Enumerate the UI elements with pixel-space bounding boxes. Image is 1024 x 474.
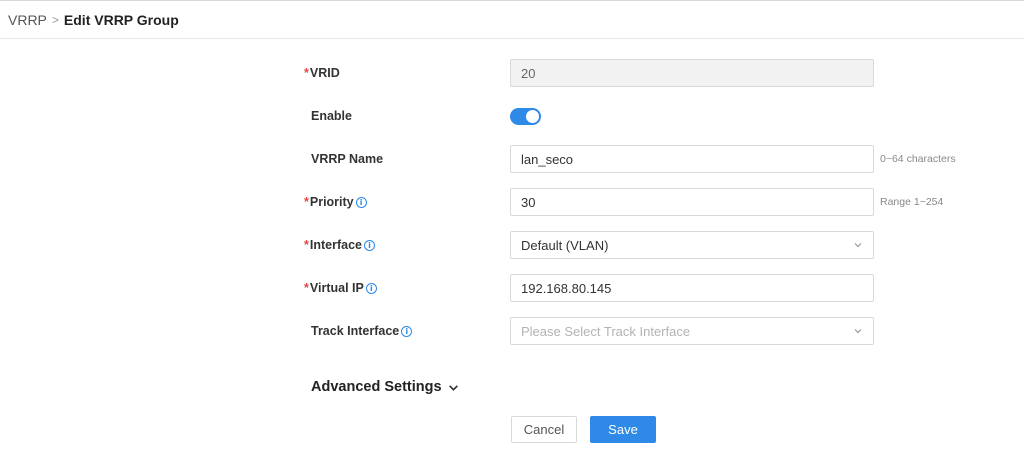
required-mark: * (304, 195, 309, 209)
breadcrumb: VRRP > Edit VRRP Group (0, 1, 1024, 39)
virtual-ip-label: * Virtual IP i (304, 274, 377, 302)
required-mark: * (304, 281, 309, 295)
page-title: Edit VRRP Group (63, 11, 179, 28)
priority-input[interactable]: 30 (510, 188, 874, 216)
priority-label-text: Priority (309, 195, 354, 209)
priority-hint: Range 1~254 (880, 196, 944, 208)
advanced-settings-toggle[interactable]: Advanced Settings (311, 376, 459, 398)
priority-label: * Priority i (304, 188, 367, 216)
vrrp-name-label: VRRP Name (311, 145, 383, 173)
info-icon[interactable]: i (363, 239, 375, 251)
priority-row: * Priority i 30 Range 1~254 (0, 188, 1024, 216)
vrid-row: * VRID 20 (0, 59, 1024, 87)
priority-value: 30 (521, 194, 536, 210)
interface-label: * Interface i (304, 231, 375, 259)
vrid-label-text: VRID (309, 66, 340, 80)
save-button[interactable]: Save (590, 416, 656, 443)
vrrp-name-hint: 0~64 characters (880, 153, 956, 165)
required-mark: * (304, 66, 309, 80)
enable-toggle[interactable] (510, 108, 541, 125)
virtual-ip-value: 192.168.80.145 (521, 280, 612, 296)
interface-row: * Interface i Default (VLAN) (0, 231, 1024, 259)
breadcrumb-vrrp-link[interactable]: VRRP (8, 12, 47, 28)
enable-label-text: Enable (311, 109, 352, 123)
info-icon[interactable]: i (401, 325, 413, 337)
toggle-knob (526, 110, 539, 123)
info-icon[interactable]: i (355, 196, 367, 208)
virtual-ip-row: * Virtual IP i 192.168.80.145 (0, 274, 1024, 302)
vrid-input: 20 (510, 59, 874, 87)
edit-vrrp-group-page: VRRP > Edit VRRP Group * VRID 20 Enable … (0, 0, 1024, 474)
track-interface-placeholder: Please Select Track Interface (521, 323, 691, 339)
chevron-down-icon (854, 243, 862, 248)
track-interface-row: Track Interface i Please Select Track In… (0, 317, 1024, 345)
vrid-label: * VRID (304, 59, 340, 87)
vrid-value: 20 (521, 65, 536, 81)
virtual-ip-input[interactable]: 192.168.80.145 (510, 274, 874, 302)
enable-row: Enable (0, 102, 1024, 130)
chevron-down-icon (448, 384, 458, 391)
vrrp-name-value: lan_seco (521, 151, 574, 167)
interface-label-text: Interface (309, 238, 362, 252)
track-interface-select[interactable]: Please Select Track Interface (510, 317, 874, 345)
info-icon[interactable]: i (365, 282, 377, 294)
cancel-button[interactable]: Cancel (511, 416, 577, 443)
interface-value: Default (VLAN) (521, 237, 609, 253)
advanced-settings-label: Advanced Settings (311, 379, 442, 395)
interface-select[interactable]: Default (VLAN) (510, 231, 874, 259)
breadcrumb-separator: > (51, 12, 59, 27)
vrrp-name-label-text: VRRP Name (311, 152, 384, 166)
required-mark: * (304, 238, 309, 252)
chevron-down-icon (854, 329, 862, 334)
enable-label: Enable (311, 102, 352, 130)
track-interface-label-text: Track Interface (311, 324, 400, 338)
vrrp-name-input[interactable]: lan_seco (510, 145, 874, 173)
track-interface-label: Track Interface i (311, 317, 413, 345)
virtual-ip-label-text: Virtual IP (309, 281, 364, 295)
vrrp-name-row: VRRP Name lan_seco 0~64 characters (0, 145, 1024, 173)
